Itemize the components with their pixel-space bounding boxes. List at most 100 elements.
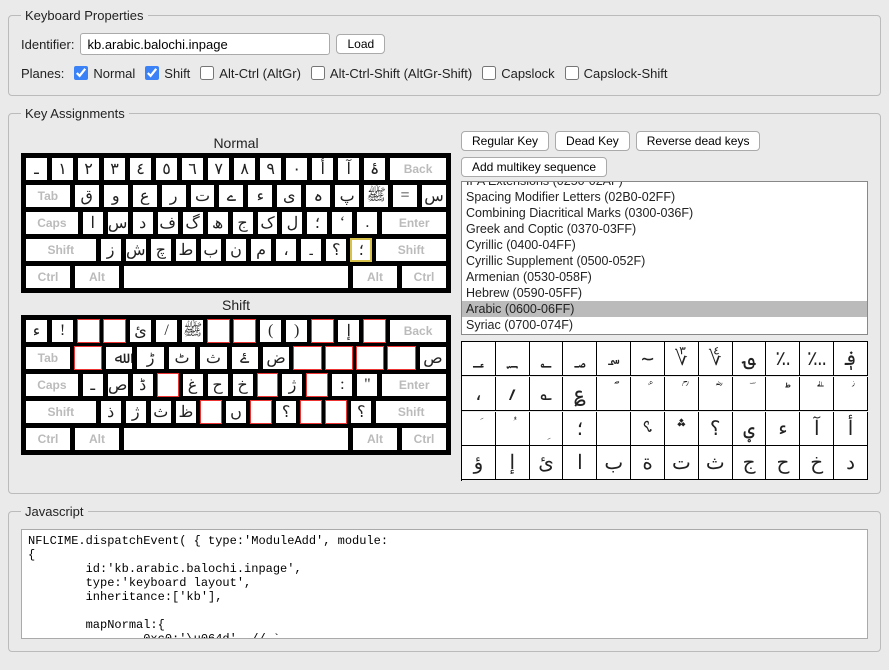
ctrl-key[interactable]: Ctrl [25, 265, 71, 289]
char-cell[interactable]: ب [597, 446, 631, 480]
key[interactable]: ؛ [306, 211, 328, 235]
tab-key[interactable]: Tab [25, 184, 71, 208]
key[interactable]: ( [259, 319, 282, 343]
key[interactable]: ژ [281, 373, 303, 397]
key[interactable]: و [103, 184, 129, 208]
char-cell[interactable]: ؑ [631, 377, 665, 411]
enter-key[interactable]: Enter [381, 211, 447, 235]
char-cell[interactable]: ، [462, 377, 496, 411]
key[interactable]: پ [334, 184, 360, 208]
char-cell[interactable]: أ [834, 412, 868, 446]
key[interactable] [257, 373, 279, 397]
key[interactable]: ٩ [259, 157, 282, 181]
char-cell[interactable]: ؗ [834, 377, 868, 411]
key[interactable]: ٤ [129, 157, 152, 181]
key[interactable]: م [250, 238, 272, 262]
char-cell[interactable]: ؓ [699, 377, 733, 411]
char-cell[interactable]: ؄ [597, 342, 631, 376]
plane-normal[interactable]: Normal [70, 63, 135, 83]
key[interactable]: ع [132, 184, 158, 208]
key[interactable]: ٠ [285, 157, 308, 181]
key[interactable] [200, 400, 222, 424]
key[interactable]: ث [199, 346, 227, 370]
key[interactable]: ص [107, 373, 129, 397]
key[interactable]: ٹ [168, 346, 196, 370]
key[interactable] [325, 400, 347, 424]
key[interactable] [293, 346, 321, 370]
plane-shift[interactable]: Shift [141, 63, 190, 83]
char-cell[interactable]: ؊ [800, 342, 834, 376]
char-cell[interactable]: ؎ [530, 377, 564, 411]
plane-altgr-checkbox[interactable] [200, 66, 214, 80]
script-item[interactable]: Combining Diacritical Marks (0300-036F) [462, 205, 867, 221]
key[interactable]: ؛ [350, 238, 372, 262]
alt-key[interactable]: Alt [352, 427, 398, 451]
char-cell[interactable]: ت [665, 446, 699, 480]
script-item[interactable]: Hebrew (0590-05FF) [462, 285, 867, 301]
char-cell[interactable]: ؒ [665, 377, 699, 411]
plane-capslock[interactable]: Capslock [478, 63, 554, 83]
plane-altgrshift[interactable]: Alt-Ctrl-Shift (AltGr-Shift) [307, 63, 472, 83]
char-cell[interactable]: د [834, 446, 868, 480]
char-cell[interactable]: ؆ [665, 342, 699, 376]
script-item[interactable]: Arabic (0600-06FF) [462, 301, 867, 317]
space-key[interactable] [123, 265, 349, 289]
key[interactable]: س [421, 184, 447, 208]
char-cell[interactable]: ؤ [462, 446, 496, 480]
reverse-dead-keys-button[interactable]: Reverse dead keys [636, 131, 761, 151]
script-item[interactable]: Greek and Coptic (0370-03FF) [462, 221, 867, 237]
char-cell[interactable]: ؐ [597, 377, 631, 411]
key[interactable] [233, 319, 256, 343]
key[interactable]: . [356, 211, 378, 235]
script-list[interactable]: IPA Extensions (0250-02AF)Spacing Modifi… [461, 181, 868, 335]
plane-altgr[interactable]: Alt-Ctrl (AltGr) [196, 63, 301, 83]
script-item[interactable]: Arabic Supplement (0750-077F) [462, 333, 867, 335]
key[interactable] [250, 400, 272, 424]
key[interactable]: ـ [82, 373, 104, 397]
key[interactable]: ٦ [181, 157, 204, 181]
char-cell[interactable]: ؉ [766, 342, 800, 376]
back-key[interactable]: Back [389, 157, 447, 181]
key[interactable] [387, 346, 415, 370]
char-cell[interactable]: ؇ [699, 342, 733, 376]
identifier-input[interactable] [80, 33, 330, 55]
char-cell[interactable]: ؛ [563, 412, 597, 446]
key[interactable]: ز [100, 238, 122, 262]
key[interactable]: ؟ [325, 238, 347, 262]
key[interactable]: : [331, 373, 353, 397]
key[interactable] [300, 400, 322, 424]
key[interactable]: س [107, 211, 129, 235]
char-cell[interactable]: ح [766, 446, 800, 480]
key[interactable]: آ [337, 157, 360, 181]
script-item[interactable]: Cyrillic Supplement (0500-052F) [462, 253, 867, 269]
script-item[interactable]: IPA Extensions (0250-02AF) [462, 181, 867, 189]
plane-capslockshift[interactable]: Capslock-Shift [561, 63, 668, 83]
char-cell[interactable]: ؔ [733, 377, 767, 411]
script-item[interactable]: Armenian (0530-058F) [462, 269, 867, 285]
key[interactable]: ف [157, 211, 179, 235]
char-cell[interactable]: ة [631, 446, 665, 480]
key[interactable]: إ [337, 319, 360, 343]
script-item[interactable]: Syriac (0700-074F) [462, 317, 867, 333]
key[interactable]: ء [25, 319, 48, 343]
key[interactable]: ک [257, 211, 279, 235]
space-key[interactable] [123, 427, 349, 451]
key[interactable]: " [356, 373, 378, 397]
key[interactable]: ض [262, 346, 290, 370]
key[interactable] [306, 373, 328, 397]
alt-key[interactable]: Alt [74, 265, 120, 289]
key[interactable]: ن [225, 238, 247, 262]
key[interactable]: ا [82, 211, 104, 235]
char-cell[interactable]: ؖ [800, 377, 834, 411]
key[interactable]: ء [247, 184, 273, 208]
ctrl-key[interactable]: Ctrl [401, 427, 447, 451]
key[interactable]: ظ [175, 400, 197, 424]
key[interactable]: = [392, 184, 418, 208]
key[interactable] [356, 346, 384, 370]
plane-normal-checkbox[interactable] [74, 66, 88, 80]
key[interactable]: ! [51, 319, 74, 343]
alt-key[interactable]: Alt [74, 427, 120, 451]
char-cell[interactable]: ؅ [631, 342, 665, 376]
char-cell[interactable]: ج [733, 446, 767, 480]
char-cell[interactable]: آ [800, 412, 834, 446]
